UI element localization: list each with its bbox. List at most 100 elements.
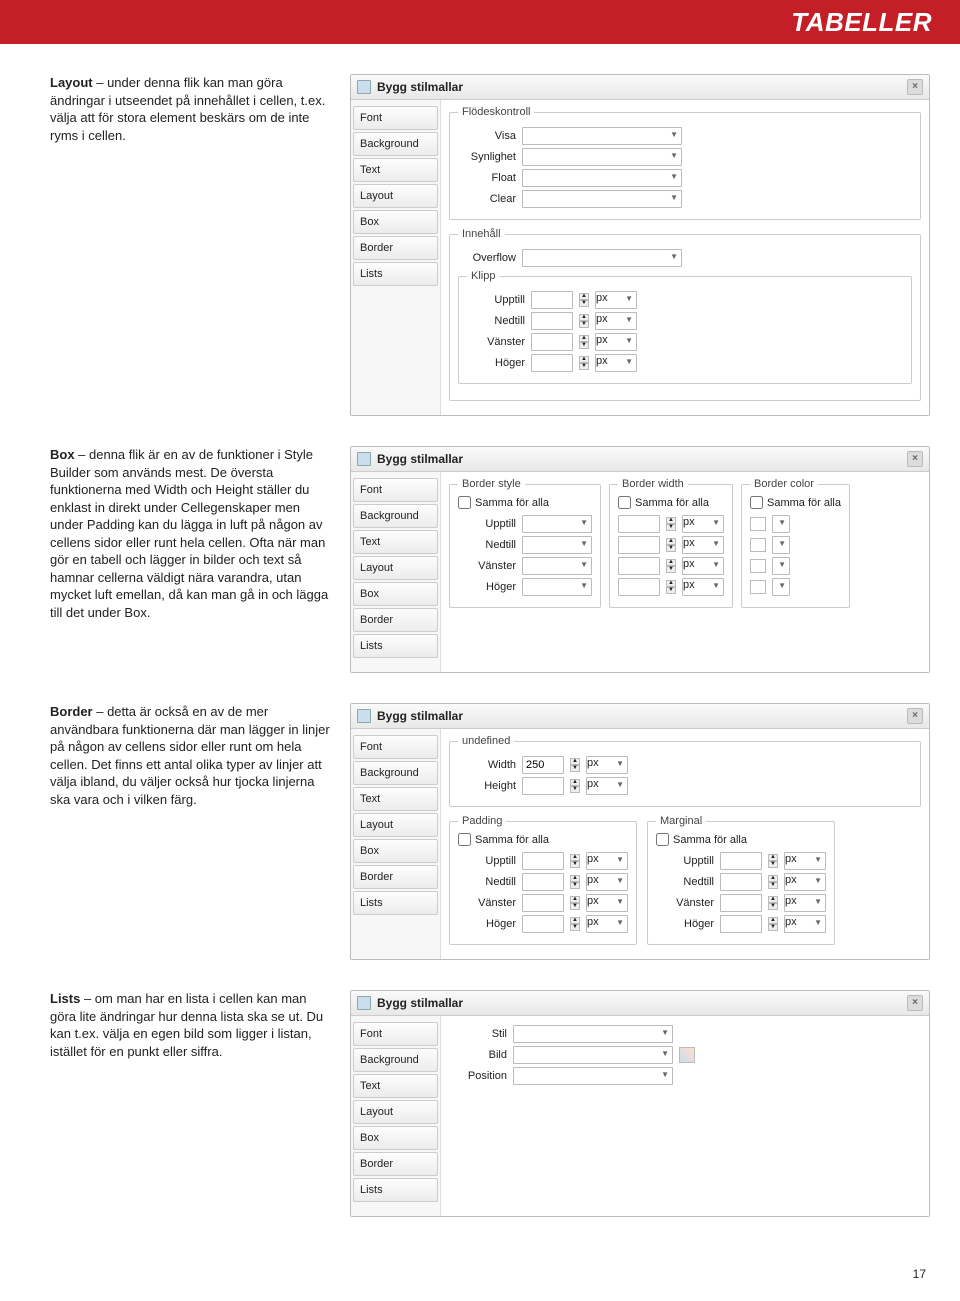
inp-m-right[interactable] bbox=[720, 915, 762, 933]
dd-stil[interactable] bbox=[513, 1025, 673, 1043]
spin-bw-left[interactable]: ▲▼ bbox=[666, 559, 676, 573]
inp-bw-right[interactable] bbox=[618, 578, 660, 596]
spin-m-left[interactable]: ▲▼ bbox=[768, 896, 778, 910]
tab-box[interactable]: Box bbox=[353, 210, 438, 234]
tab-border[interactable]: Border bbox=[353, 1152, 438, 1176]
inp-bw-bot[interactable] bbox=[618, 536, 660, 554]
tab-box[interactable]: Box bbox=[353, 839, 438, 863]
spin-p-right[interactable]: ▲▼ bbox=[570, 917, 580, 931]
inp-p-bot[interactable] bbox=[522, 873, 564, 891]
dd-float[interactable] bbox=[522, 169, 682, 187]
swatch-top[interactable] bbox=[750, 517, 766, 531]
tab-text[interactable]: Text bbox=[353, 158, 438, 182]
spin-m-top[interactable]: ▲▼ bbox=[768, 854, 778, 868]
tab-border[interactable]: Border bbox=[353, 865, 438, 889]
dd-clip-left-unit[interactable]: px bbox=[595, 333, 637, 351]
dd-bc-bot[interactable] bbox=[772, 536, 790, 554]
dd-bc-left[interactable] bbox=[772, 557, 790, 575]
dd-bw-bot-u[interactable]: px bbox=[682, 536, 724, 554]
dd-bild[interactable] bbox=[513, 1046, 673, 1064]
dd-p-top-u[interactable]: px bbox=[586, 852, 628, 870]
dd-m-bot-u[interactable]: px bbox=[784, 873, 826, 891]
spin-height[interactable]: ▲▼ bbox=[570, 779, 580, 793]
dd-width-u[interactable]: px bbox=[586, 756, 628, 774]
tab-background[interactable]: Background bbox=[353, 1048, 438, 1072]
tab-text[interactable]: Text bbox=[353, 530, 438, 554]
spin-clip-bot[interactable]: ▲▼ bbox=[579, 314, 589, 328]
dd-bstyle-right[interactable] bbox=[522, 578, 592, 596]
dd-bw-top-u[interactable]: px bbox=[682, 515, 724, 533]
swatch-left[interactable] bbox=[750, 559, 766, 573]
inp-p-left[interactable] bbox=[522, 894, 564, 912]
tab-background[interactable]: Background bbox=[353, 132, 438, 156]
tab-text[interactable]: Text bbox=[353, 787, 438, 811]
dd-clear[interactable] bbox=[522, 190, 682, 208]
spin-clip-top[interactable]: ▲▼ bbox=[579, 293, 589, 307]
spin-p-top[interactable]: ▲▼ bbox=[570, 854, 580, 868]
tab-font[interactable]: Font bbox=[353, 1022, 438, 1046]
chk-bcolor-all[interactable]: Samma för alla bbox=[750, 496, 841, 509]
dd-bc-top[interactable] bbox=[772, 515, 790, 533]
dd-clip-bot-unit[interactable]: px bbox=[595, 312, 637, 330]
chk-bstyle-all[interactable]: Samma för alla bbox=[458, 496, 549, 509]
tab-border[interactable]: Border bbox=[353, 236, 438, 260]
tab-layout[interactable]: Layout bbox=[353, 813, 438, 837]
tab-lists[interactable]: Lists bbox=[353, 634, 438, 658]
tab-layout[interactable]: Layout bbox=[353, 556, 438, 580]
dd-m-left-u[interactable]: px bbox=[784, 894, 826, 912]
dd-overflow[interactable] bbox=[522, 249, 682, 267]
tab-box[interactable]: Box bbox=[353, 582, 438, 606]
dd-bstyle-top[interactable] bbox=[522, 515, 592, 533]
dd-bc-right[interactable] bbox=[772, 578, 790, 596]
inp-p-top[interactable] bbox=[522, 852, 564, 870]
spin-m-right[interactable]: ▲▼ bbox=[768, 917, 778, 931]
tab-lists[interactable]: Lists bbox=[353, 891, 438, 915]
tab-lists[interactable]: Lists bbox=[353, 1178, 438, 1202]
inp-clip-right[interactable] bbox=[531, 354, 573, 372]
inp-width[interactable] bbox=[522, 756, 564, 774]
dd-synlighet[interactable] bbox=[522, 148, 682, 166]
tab-font[interactable]: Font bbox=[353, 478, 438, 502]
tab-font[interactable]: Font bbox=[353, 735, 438, 759]
inp-p-right[interactable] bbox=[522, 915, 564, 933]
dd-visa[interactable] bbox=[522, 127, 682, 145]
tab-lists[interactable]: Lists bbox=[353, 262, 438, 286]
inp-height[interactable] bbox=[522, 777, 564, 795]
dd-p-bot-u[interactable]: px bbox=[586, 873, 628, 891]
spin-p-bot[interactable]: ▲▼ bbox=[570, 875, 580, 889]
dd-bstyle-bot[interactable] bbox=[522, 536, 592, 554]
dd-position[interactable] bbox=[513, 1067, 673, 1085]
inp-m-left[interactable] bbox=[720, 894, 762, 912]
dd-bstyle-left[interactable] bbox=[522, 557, 592, 575]
image-picker-icon[interactable] bbox=[679, 1047, 695, 1063]
inp-bw-left[interactable] bbox=[618, 557, 660, 575]
chk-bwidth-all[interactable]: Samma för alla bbox=[618, 496, 709, 509]
close-icon[interactable]: × bbox=[907, 995, 923, 1011]
spin-bw-bot[interactable]: ▲▼ bbox=[666, 538, 676, 552]
spin-bw-top[interactable]: ▲▼ bbox=[666, 517, 676, 531]
tab-background[interactable]: Background bbox=[353, 504, 438, 528]
dd-p-left-u[interactable]: px bbox=[586, 894, 628, 912]
close-icon[interactable]: × bbox=[907, 79, 923, 95]
inp-clip-left[interactable] bbox=[531, 333, 573, 351]
spin-clip-left[interactable]: ▲▼ bbox=[579, 335, 589, 349]
inp-m-top[interactable] bbox=[720, 852, 762, 870]
dd-height-u[interactable]: px bbox=[586, 777, 628, 795]
dd-m-top-u[interactable]: px bbox=[784, 852, 826, 870]
close-icon[interactable]: × bbox=[907, 451, 923, 467]
dd-clip-right-unit[interactable]: px bbox=[595, 354, 637, 372]
tab-text[interactable]: Text bbox=[353, 1074, 438, 1098]
inp-clip-top[interactable] bbox=[531, 291, 573, 309]
inp-bw-top[interactable] bbox=[618, 515, 660, 533]
dd-bw-left-u[interactable]: px bbox=[682, 557, 724, 575]
tab-background[interactable]: Background bbox=[353, 761, 438, 785]
tab-layout[interactable]: Layout bbox=[353, 1100, 438, 1124]
tab-box[interactable]: Box bbox=[353, 1126, 438, 1150]
chk-marg-all[interactable]: Samma för alla bbox=[656, 833, 747, 846]
tab-border[interactable]: Border bbox=[353, 608, 438, 632]
spin-m-bot[interactable]: ▲▼ bbox=[768, 875, 778, 889]
dd-clip-top-unit[interactable]: px bbox=[595, 291, 637, 309]
chk-pad-all[interactable]: Samma för alla bbox=[458, 833, 549, 846]
swatch-bot[interactable] bbox=[750, 538, 766, 552]
close-icon[interactable]: × bbox=[907, 708, 923, 724]
